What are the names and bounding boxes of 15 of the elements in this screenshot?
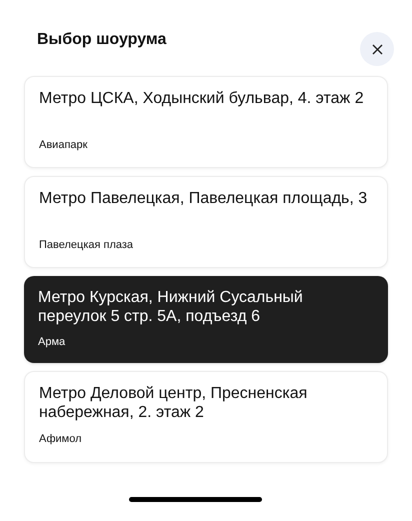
showroom-name: Авиапарк xyxy=(39,138,88,152)
showroom-card[interactable]: Метро Курская, Нижний Сусальный переулок 5 стр. 5А, подъезд 6 Арма xyxy=(24,276,388,362)
showroom-name: Арма xyxy=(38,335,66,350)
showroom-address: Метро Павелецкая, Павелецкая площадь, 3 xyxy=(39,189,368,208)
showroom-name: Павелецкая плаза xyxy=(39,238,134,252)
sheet-title: Выбор шоурума xyxy=(37,30,166,50)
showroom-card[interactable]: Метро Деловой центр, Пресненская набережная, 2. этаж 2 Афимол xyxy=(24,370,388,462)
showroom-card[interactable]: Метро Павелецкая, Павелецкая площадь, 3 Павелецкая плаза xyxy=(24,176,388,268)
showroom-address: Метро Курская, Нижний Сусальный переулок 5 стр. 5А, подъезд 6 xyxy=(38,288,304,326)
close-button[interactable] xyxy=(360,32,394,66)
showroom-address: Метро ЦСКА, Ходынский бульвар, 4. этаж 2 xyxy=(39,89,365,108)
close-icon xyxy=(372,44,382,54)
showroom-card[interactable]: Метро ЦСКА, Ходынский бульвар, 4. этаж 2 Авиапарк xyxy=(24,76,388,168)
showroom-name: Афимол xyxy=(39,432,83,447)
showroom-address: Метро Деловой центр, Пресненская набережная, 2. этаж 2 xyxy=(39,384,308,422)
